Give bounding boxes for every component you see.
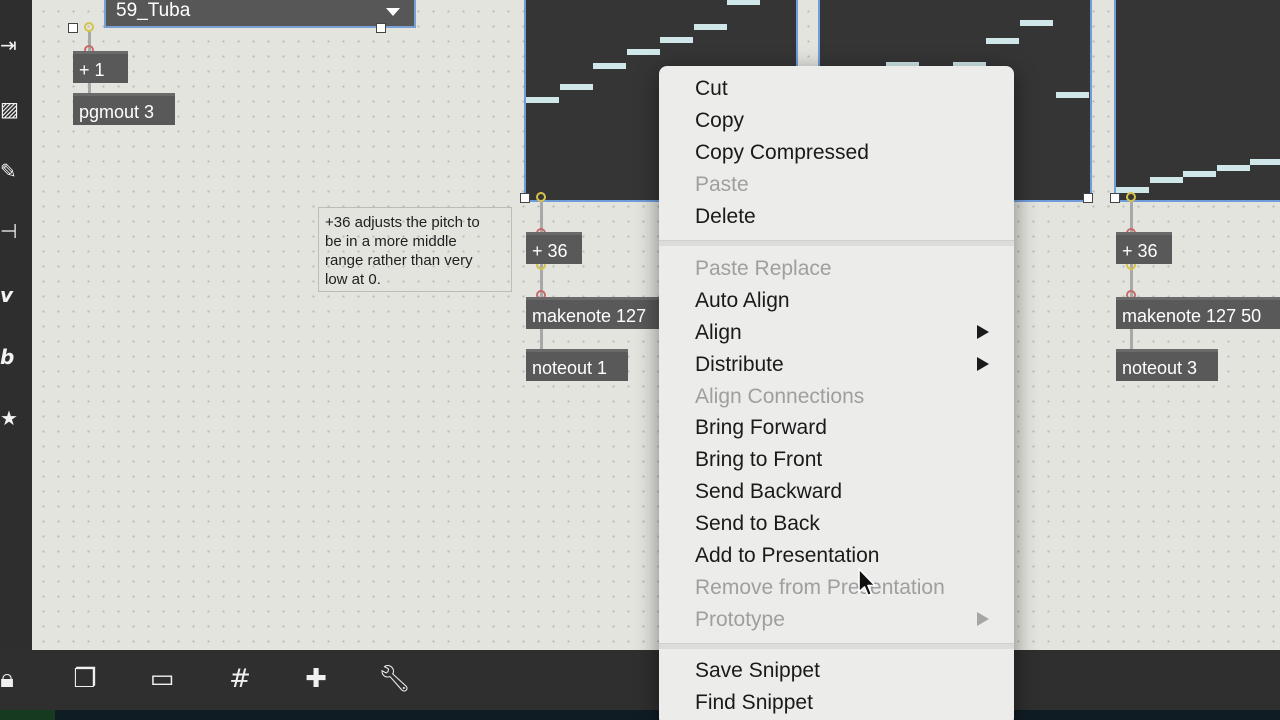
paperclip-icon[interactable]: ✎ <box>0 158 20 184</box>
presentation-icon[interactable]: ▭ <box>147 662 177 696</box>
comment-line: range rather than very <box>325 252 473 269</box>
umenu-value: 59_Tuba <box>116 0 191 21</box>
wrench-icon[interactable]: 🔧︎ <box>378 662 411 696</box>
submenu-arrow-icon <box>977 612 989 626</box>
menu-item-delete[interactable]: Delete <box>695 202 756 232</box>
plug-icon[interactable]: ⊣ <box>0 218 20 244</box>
menu-item-find-snippet[interactable]: Find Snippet <box>695 688 813 718</box>
menu-separator <box>659 643 1014 649</box>
pgmout-object[interactable]: pgmout 3 <box>73 93 175 125</box>
menu-item-distribute[interactable]: Distribute <box>695 350 784 380</box>
makenote-object[interactable]: makenote 127 50 <box>1116 297 1280 329</box>
menu-item-prototype: Prototype <box>695 608 785 631</box>
menu-item-send-to-back[interactable]: Send to Back <box>695 509 820 539</box>
makenote-object[interactable]: makenote 127 <box>526 297 666 329</box>
add-clip-icon[interactable]: ✚ <box>301 662 331 696</box>
resize-handle[interactable] <box>68 23 78 33</box>
image-icon[interactable]: ▨ <box>0 96 20 122</box>
menu-item-copy[interactable]: Copy <box>695 106 744 136</box>
outlet-port[interactable] <box>536 192 546 202</box>
multislider-3[interactable] <box>1114 0 1280 202</box>
menu-item-align-connections: Align Connections <box>695 385 865 408</box>
vimeo-icon[interactable]: v <box>0 282 20 308</box>
lock-icon[interactable]: 🔒︎ <box>0 662 22 696</box>
menu-item-bring-to-front[interactable]: Bring to Front <box>695 445 822 475</box>
menu-item-add-to-presentation[interactable]: Add to Presentation <box>695 541 879 571</box>
outlet-port[interactable] <box>1126 192 1136 202</box>
menu-item-align[interactable]: Align <box>695 318 742 348</box>
menu-item-remove-from-presentation: Remove from Presentation <box>695 576 945 599</box>
grid-icon[interactable]: # <box>225 662 255 696</box>
comment-line: be in a more middle <box>325 233 457 250</box>
menu-item-paste: Paste <box>695 173 749 196</box>
patcher-canvas[interactable]: 59_Tuba + 1 pgmout 3 +36 adjusts the pit… <box>32 0 1280 650</box>
comment-box[interactable]: +36 adjusts the pitch to be in a more mi… <box>318 207 512 292</box>
star-icon[interactable]: ★ <box>0 405 20 431</box>
desktop-strip <box>0 710 1280 720</box>
windows-icon[interactable]: ❐ <box>70 662 100 696</box>
plus-36-object[interactable]: + 36 <box>526 232 582 264</box>
comment-line: +36 adjusts the pitch to <box>325 214 480 231</box>
menu-separator <box>659 240 1014 246</box>
resize-handle[interactable] <box>1083 193 1093 203</box>
menu-item-copy-compressed[interactable]: Copy Compressed <box>695 138 869 168</box>
menu-item-send-backward[interactable]: Send Backward <box>695 477 842 507</box>
instrument-umenu[interactable]: 59_Tuba <box>104 0 416 28</box>
exit-icon[interactable]: ⇥ <box>0 32 20 58</box>
menu-item-cut[interactable]: Cut <box>695 74 728 104</box>
resize-handle[interactable] <box>376 23 386 33</box>
b-icon[interactable]: b <box>0 344 20 370</box>
chevron-down-icon <box>386 8 400 16</box>
patch-cord[interactable] <box>1130 326 1133 350</box>
patch-cord[interactable] <box>540 326 543 350</box>
outlet-port[interactable] <box>84 22 94 32</box>
bottom-toolbar <box>0 650 1280 710</box>
comment-line: low at 0. <box>325 271 381 288</box>
menu-item-save-snippet[interactable]: Save Snippet <box>695 656 820 686</box>
noteout-object[interactable]: noteout 3 <box>1116 349 1218 381</box>
plus-one-object[interactable]: + 1 <box>73 51 128 83</box>
context-menu: Cut Copy Copy Compressed Paste Delete Pa… <box>659 66 1014 720</box>
resize-handle[interactable] <box>1110 193 1120 203</box>
menu-item-paste-replace: Paste Replace <box>695 257 832 280</box>
left-toolbar: ⇥ ▨ ✎ ⊣ v b ★ <box>0 0 32 650</box>
noteout-object[interactable]: noteout 1 <box>526 349 628 381</box>
menu-item-auto-align[interactable]: Auto Align <box>695 286 790 316</box>
mouse-cursor-icon <box>858 568 876 597</box>
menu-item-bring-forward[interactable]: Bring Forward <box>695 413 827 443</box>
plus-36-object[interactable]: + 36 <box>1116 232 1172 264</box>
submenu-arrow-icon <box>977 357 989 371</box>
submenu-arrow-icon <box>977 325 989 339</box>
resize-handle[interactable] <box>520 193 530 203</box>
